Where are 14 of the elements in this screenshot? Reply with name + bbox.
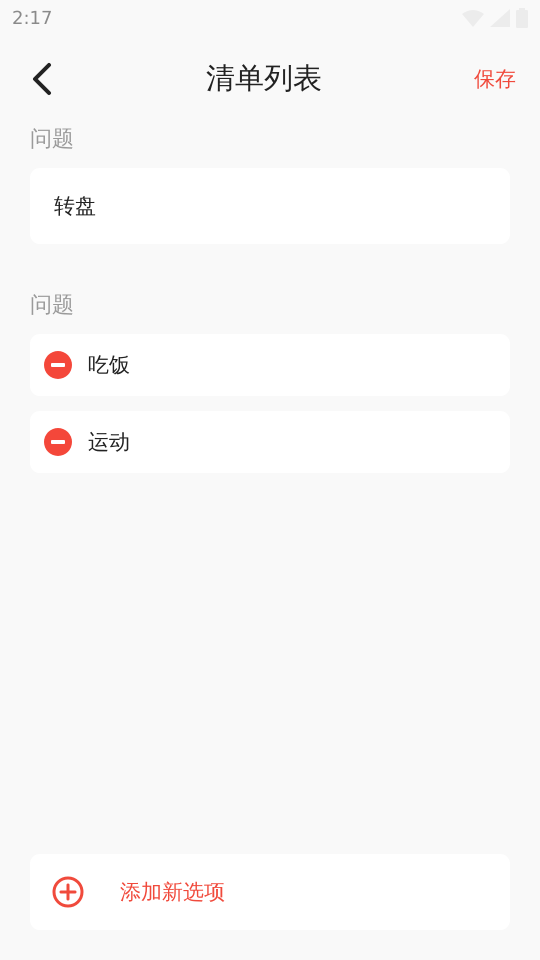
remove-icon[interactable] [44, 428, 72, 456]
status-time: 2:17 [12, 8, 52, 28]
section-label: 问题 [30, 126, 75, 154]
option-text: 运动 [88, 429, 130, 456]
add-icon [52, 876, 84, 908]
back-icon [30, 62, 54, 96]
input-field[interactable]: 转盘 [30, 168, 510, 244]
section-label: 问题 [30, 292, 75, 320]
save-button[interactable]: 保存 [474, 65, 516, 93]
back-button[interactable] [30, 62, 54, 96]
page-title: 清单列表 [206, 60, 322, 97]
option-text: 吃饭 [88, 352, 130, 379]
remove-icon[interactable] [44, 351, 72, 379]
add-option-button[interactable]: 添加新选项 [30, 854, 510, 930]
